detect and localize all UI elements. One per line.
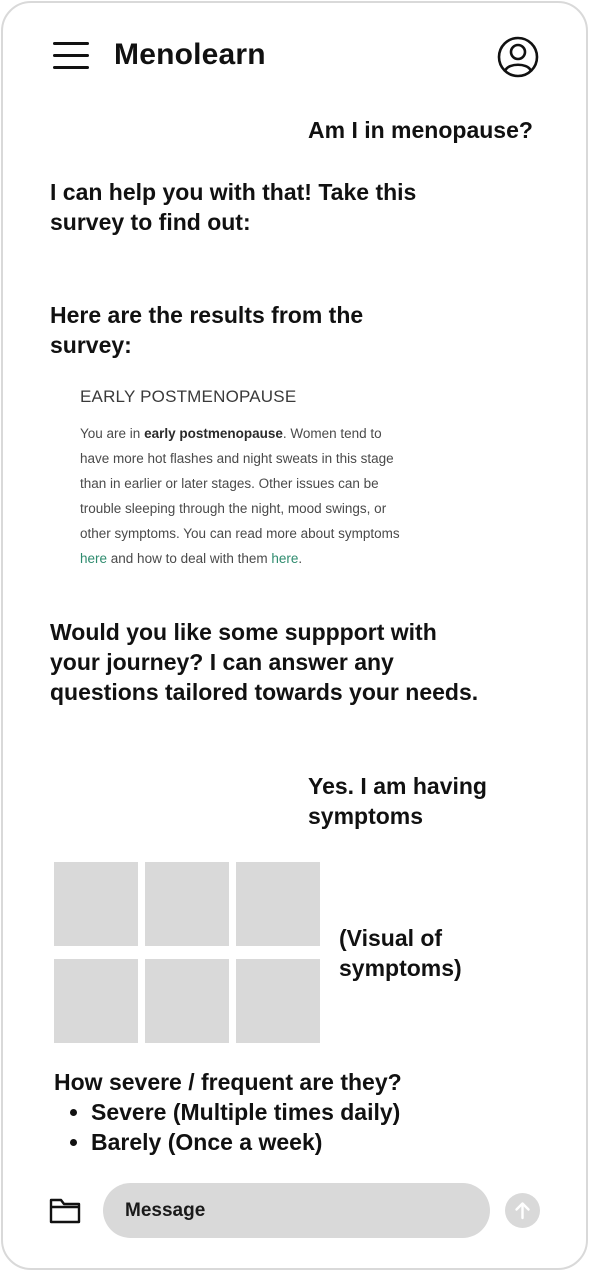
bot-message: Here are the results from the survey: xyxy=(50,302,364,358)
survey-result-card: EARLY POSTMENOPAUSE You are in early pos… xyxy=(80,387,400,571)
arrow-up-icon xyxy=(515,1202,530,1220)
user-profile-icon[interactable] xyxy=(497,36,539,78)
option-severe[interactable]: Severe (Multiple times daily) xyxy=(91,1097,400,1127)
send-button[interactable] xyxy=(505,1193,540,1228)
symptom-image-placeholder[interactable] xyxy=(236,959,320,1043)
symptom-visual-label: (Visual of symptoms) xyxy=(339,925,462,981)
folder-icon[interactable] xyxy=(48,1195,82,1225)
coping-link[interactable]: here xyxy=(271,551,298,566)
symptom-image-placeholder[interactable] xyxy=(236,862,320,946)
symptom-image-placeholder[interactable] xyxy=(145,959,229,1043)
message-input[interactable] xyxy=(103,1183,490,1238)
symptom-image-placeholder[interactable] xyxy=(54,862,138,946)
bot-message: Would you like some suppport with your j… xyxy=(50,619,479,705)
bot-message: I can help you with that! Take this surv… xyxy=(50,179,417,235)
option-barely[interactable]: Barely (Once a week) xyxy=(91,1127,400,1157)
user-message: Am I in menopause? xyxy=(308,117,533,143)
result-title: EARLY POSTMENOPAUSE xyxy=(80,387,297,406)
symptom-image-placeholder[interactable] xyxy=(54,959,138,1043)
result-body: You are in early postmenopause. Women te… xyxy=(80,426,400,566)
severity-options: Severe (Multiple times daily) Barely (On… xyxy=(54,1097,400,1157)
user-message: Yes. I am having symptoms xyxy=(308,773,487,829)
symptom-visual-grid xyxy=(54,862,322,1044)
symptoms-link[interactable]: here xyxy=(80,551,107,566)
severity-question: How severe / frequent are they? xyxy=(54,1069,402,1095)
result-stage: early postmenopause xyxy=(144,426,283,441)
hamburger-menu-icon[interactable] xyxy=(53,42,89,70)
app-title: Menolearn xyxy=(114,38,266,71)
symptom-image-placeholder[interactable] xyxy=(145,862,229,946)
